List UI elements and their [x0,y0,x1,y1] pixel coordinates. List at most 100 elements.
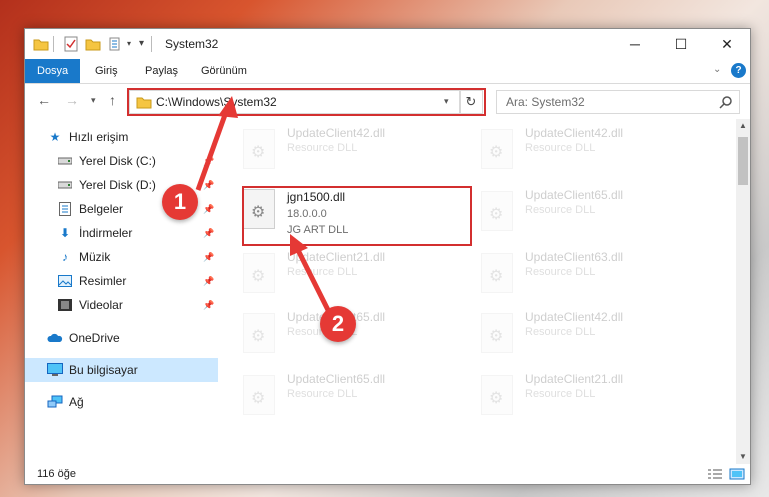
dll-file-icon: ⚙ [243,375,275,415]
file-explorer-window: ▾ ▾ System32 ─ ☐ ✕ Dosya Giriş Paylaş Gö… [24,28,751,485]
properties-icon[interactable] [63,36,79,52]
documents-icon [57,201,73,217]
customize-toolbar-icon[interactable]: ▾ [127,39,131,55]
pin-icon: 📌 [203,203,215,214]
step-2-badge: 2 [320,306,356,342]
details-view-icon[interactable] [707,468,723,480]
title-bar: ▾ ▾ System32 ─ ☐ ✕ [25,29,750,59]
scroll-down-icon[interactable]: ▼ [739,452,747,461]
file-tile[interactable]: ⚙ UpdateClient65.dll Resource DLL [473,183,693,235]
folder-icon [33,39,49,51]
gear-icon: ⚙ [489,144,504,161]
file-list: ⚙ UpdateClient42.dll Resource DLL ⚙ jgn1… [235,119,735,464]
nav-item-downloads[interactable]: ⬇ İndirmeler 📌 [25,222,218,244]
forward-arrow-icon[interactable]: → [65,92,79,108]
nav-item-label: OneDrive [69,331,120,345]
nav-item-pictures[interactable]: Resimler 📌 [25,270,218,292]
dll-file-icon: ⚙ [481,375,513,415]
file-tile[interactable]: ⚙ UpdateClient42.dll Resource DLL [473,305,693,357]
nav-item-label: Yerel Disk (D:) [79,178,156,192]
file-description: Resource DLL [287,266,358,278]
search-input[interactable]: Ara: System32 [496,90,740,114]
expand-ribbon-icon[interactable]: ⌄ [713,64,721,75]
nav-item-label: Hızlı erişim [69,130,129,144]
file-description: Resource DLL [287,388,358,400]
step-1-badge: 1 [162,184,198,220]
nav-item-label: İndirmeler [79,226,133,240]
nav-item-videos[interactable]: Videolar 📌 [25,294,218,316]
toolbar-divider [53,36,54,52]
pictures-icon [57,273,73,289]
up-arrow-icon[interactable]: ↑ [109,92,116,108]
network-icon [47,394,63,410]
title-divider [151,36,152,52]
file-tile[interactable]: ⚙ UpdateClient63.dll Resource DLL [473,245,693,297]
file-name: UpdateClient63.dll [525,250,624,264]
nav-item-network[interactable]: Ağ [25,391,218,413]
navigation-pane: ★ Hızlı erişim Yerel Disk (C:) 📌 Yerel D… [25,119,218,464]
file-tile[interactable]: ⚙ UpdateClient21.dll Resource DLL [473,367,693,419]
dll-file-icon: ⚙ [481,129,513,169]
nav-item-label: Bu bilgisayar [69,363,138,377]
nav-item-music[interactable]: ♪ Müzik 📌 [25,246,218,268]
quick-access-dropdown-icon[interactable]: ▾ [139,38,144,54]
nav-item-label: Belgeler [79,202,124,216]
file-description: Resource DLL [287,142,358,154]
dll-file-icon: ⚙ [481,313,513,353]
dll-file-icon: ⚙ [481,253,513,293]
nav-item-label: Müzik [79,250,111,264]
dll-file-icon: ⚙ [481,191,513,231]
view-icon[interactable] [109,36,125,52]
tab-home[interactable]: Giriş [95,59,118,83]
tab-file[interactable]: Dosya [25,59,81,83]
gear-icon: ⚙ [489,268,504,285]
cloud-icon [47,330,63,346]
maximize-button[interactable]: ☐ [658,29,704,59]
scroll-up-icon[interactable]: ▲ [739,121,747,130]
nav-item-label: Ağ [69,395,84,409]
file-description: Resource DLL [525,326,596,338]
nav-item-label: Yerel Disk (C:) [79,154,156,168]
help-icon[interactable]: ? [731,63,746,78]
file-tile[interactable]: ⚙ UpdateClient42.dll Resource DLL [473,121,693,173]
gear-icon: ⚙ [489,206,504,223]
file-tile[interactable]: ⚙ UpdateClient65.dll Resource DLL [235,367,455,419]
minimize-button[interactable]: ─ [612,29,658,59]
nav-item-label: Resimler [79,274,127,288]
pin-icon: 📌 [203,275,215,286]
vertical-scrollbar[interactable]: ▲ ▼ [736,119,750,464]
ribbon-tabs: Dosya Giriş Paylaş Görünüm ⌄ ? [25,59,750,84]
new-folder-icon[interactable] [85,36,101,52]
file-name: UpdateClient42.dll [287,126,386,140]
dll-file-icon: ⚙ [243,313,275,353]
back-arrow-icon[interactable]: ← [37,92,51,108]
nav-item-this-pc[interactable]: Bu bilgisayar [25,358,218,382]
pin-icon: 📌 [203,179,215,190]
tab-view[interactable]: Görünüm [201,59,247,83]
file-name: UpdateClient42.dll [525,126,624,140]
recent-locations-icon[interactable]: ▾ [91,95,96,106]
nav-item-onedrive[interactable]: OneDrive [25,327,218,349]
dll-file-icon: ⚙ [243,253,275,293]
nav-item-label: Videolar [79,298,123,312]
nav-item-drive-c[interactable]: Yerel Disk (C:) 📌 [25,150,218,172]
pin-icon: 📌 [203,227,215,238]
music-icon: ♪ [62,250,68,264]
file-description: Resource DLL [525,142,596,154]
close-button[interactable]: ✕ [704,29,750,59]
file-name: UpdateClient42.dll [525,310,624,324]
gear-icon: ⚙ [489,390,504,407]
pin-icon: 📌 [203,155,215,166]
file-name: UpdateClient21.dll [287,250,386,264]
tab-share[interactable]: Paylaş [145,59,178,83]
file-tile[interactable]: ⚙ UpdateClient21.dll Resource DLL [235,245,455,297]
large-icons-view-icon[interactable] [729,468,745,480]
nav-item-quick-access[interactable]: ★ Hızlı erişim [25,126,218,148]
search-icon[interactable] [719,95,733,109]
file-tile[interactable]: ⚙ UpdateClient42.dll Resource DLL [235,121,455,173]
pin-icon: 📌 [203,251,215,262]
gear-icon: ⚙ [251,390,266,407]
drive-icon [57,177,73,193]
file-description: Resource DLL [525,266,596,278]
scrollbar-thumb[interactable] [738,137,748,185]
